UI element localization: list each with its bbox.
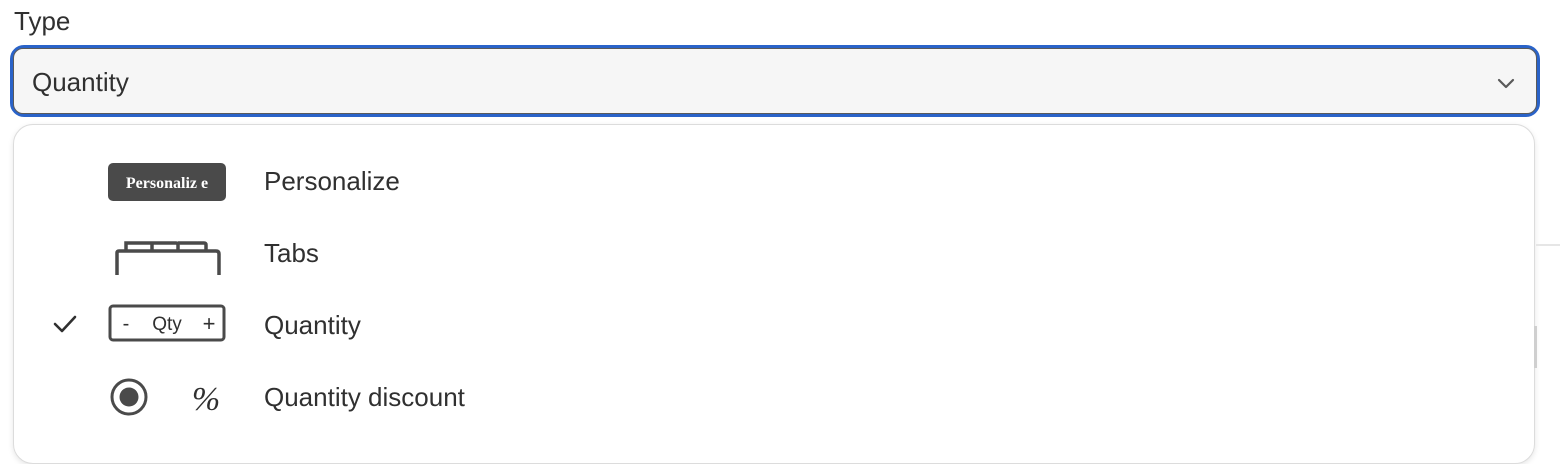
option-label: Personalize: [264, 166, 400, 196]
option-label: Tabs: [264, 238, 319, 268]
quantity-stepper-icon: - Qty +: [108, 304, 226, 342]
type-select[interactable]: Quantity: [10, 45, 1540, 117]
checkmark-icon: [53, 315, 77, 333]
option-quantity-discount[interactable]: % Quantity discount: [14, 361, 1534, 433]
option-tabs[interactable]: Tabs: [14, 217, 1534, 289]
type-dropdown-menu: Personaliz e Personalize Tabs - Qty + Qu…: [13, 124, 1535, 464]
type-field-label: Type: [14, 6, 71, 36]
background-edge: [1534, 326, 1537, 368]
svg-text:Personaliz e: Personaliz e: [126, 175, 208, 192]
option-quantity[interactable]: - Qty + Quantity: [14, 289, 1534, 361]
svg-text:%: %: [192, 381, 220, 418]
svg-text:+: +: [203, 311, 216, 336]
option-label: Quantity discount: [264, 382, 465, 412]
option-label: Quantity: [264, 310, 361, 340]
type-select-value: Quantity: [32, 67, 129, 97]
background-divider: [1536, 244, 1560, 246]
percent-discount-icon: %: [110, 378, 220, 418]
svg-text:Qty: Qty: [152, 314, 182, 335]
svg-text:-: -: [123, 313, 130, 335]
tabs-icon: [115, 241, 221, 275]
personalize-badge-icon: Personaliz e: [108, 163, 226, 201]
option-personalize[interactable]: Personaliz e Personalize: [14, 145, 1534, 217]
type-select-box[interactable]: Quantity: [13, 48, 1537, 114]
chevron-down-icon: [1497, 78, 1515, 89]
